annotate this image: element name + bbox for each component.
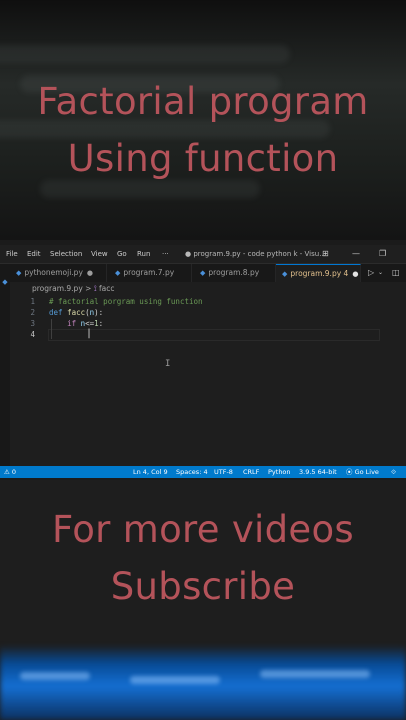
code-line-1: # factorial porgram using function bbox=[49, 297, 203, 306]
line-number: 4 bbox=[30, 330, 35, 339]
glow-highlight bbox=[20, 672, 90, 680]
menu-go[interactable]: Go bbox=[117, 245, 127, 263]
chevron-down-icon[interactable]: ⌄ bbox=[378, 264, 383, 282]
subscribe-line2: Subscribe bbox=[110, 565, 296, 608]
banner-title-line1: Factorial program bbox=[37, 80, 369, 123]
notifications-icon[interactable]: ⟐ bbox=[391, 466, 396, 478]
python-icon[interactable]: ◆ bbox=[0, 278, 10, 286]
status-bar: ⚠ 0 Ln 4, Col 9 Spaces: 4 UTF-8 CRLF Pyt… bbox=[0, 466, 406, 478]
blurred-code-row bbox=[40, 180, 260, 198]
python-file-icon: ◆ bbox=[115, 269, 121, 277]
python-file-icon: ◆ bbox=[200, 269, 206, 277]
tab-program8[interactable]: ◆ program.8.py bbox=[192, 264, 276, 282]
vscode-window: File Edit Selection View Go Run ··· ● pr… bbox=[0, 245, 406, 478]
python-interpreter[interactable]: 3.9.5 64-bit bbox=[299, 466, 337, 478]
encoding[interactable]: UTF-8 bbox=[214, 466, 233, 478]
tab-bar: ◆ pythonemoji.py ● ◆ program.7.py ◆ program.… bbox=[10, 264, 406, 282]
go-live-button[interactable]: ⦿ Go Live bbox=[346, 466, 379, 478]
glow-highlight bbox=[130, 676, 220, 684]
subscribe-line1: For more videos bbox=[51, 508, 355, 551]
restore-button[interactable]: ❐ bbox=[379, 245, 386, 263]
menu-file[interactable]: File bbox=[6, 245, 18, 263]
breadcrumb-separator: > bbox=[85, 284, 92, 293]
split-editor-icon[interactable]: ◫ bbox=[392, 264, 400, 282]
menu-more[interactable]: ··· bbox=[162, 245, 169, 263]
glow-highlight bbox=[260, 670, 370, 678]
cursor-position[interactable]: Ln 4, Col 9 bbox=[133, 466, 168, 478]
tab-pythonemoji[interactable]: ◆ pythonemoji.py ● bbox=[10, 264, 107, 282]
menu-selection[interactable]: Selection bbox=[50, 245, 82, 263]
banner-title-line2: Using function bbox=[67, 137, 339, 180]
code-line-3: if n<=1: bbox=[67, 319, 104, 328]
layout-icon[interactable]: ⊞ bbox=[322, 245, 329, 263]
title-bar: File Edit Selection View Go Run ··· ● pr… bbox=[0, 245, 406, 264]
menu-run[interactable]: Run bbox=[137, 245, 150, 263]
current-line-highlight bbox=[48, 329, 380, 341]
text-cursor: | bbox=[86, 328, 93, 339]
blurred-code-row bbox=[0, 45, 290, 63]
activity-bar: ◆ bbox=[0, 264, 10, 466]
function-symbol-icon: ⟟ bbox=[93, 284, 97, 293]
code-line-2: def facc(n): bbox=[49, 308, 104, 317]
menu-view[interactable]: View bbox=[91, 245, 108, 263]
breadcrumb: program.9.py > ⟟ facc bbox=[32, 284, 115, 294]
line-number: 1 bbox=[30, 297, 35, 306]
problems-indicator[interactable]: ⚠ 0 bbox=[4, 466, 16, 478]
mouse-ibeam-icon: I bbox=[165, 359, 171, 369]
code-editor[interactable]: 1 2 3 4 # factorial porgram using functi… bbox=[10, 295, 406, 466]
breadcrumb-file[interactable]: program.9.py bbox=[32, 284, 83, 293]
tab-program7[interactable]: ◆ program.7.py bbox=[107, 264, 192, 282]
language-mode[interactable]: Python bbox=[268, 466, 291, 478]
window-title: ● program.9.py - code python k - Visu... bbox=[185, 250, 326, 258]
line-number: 3 bbox=[30, 319, 35, 328]
minimize-button[interactable]: — bbox=[352, 245, 360, 263]
python-file-icon: ◆ bbox=[282, 270, 288, 278]
indentation[interactable]: Spaces: 4 bbox=[176, 466, 208, 478]
python-file-icon: ◆ bbox=[16, 269, 22, 277]
line-ending[interactable]: CRLF bbox=[243, 466, 259, 478]
tab-program9[interactable]: ◆ program.9.py 4 ● bbox=[276, 264, 361, 282]
run-icon[interactable]: ▷ bbox=[368, 264, 374, 282]
line-number: 2 bbox=[30, 308, 35, 317]
breadcrumb-symbol[interactable]: facc bbox=[99, 284, 114, 293]
menu-edit[interactable]: Edit bbox=[27, 245, 41, 263]
